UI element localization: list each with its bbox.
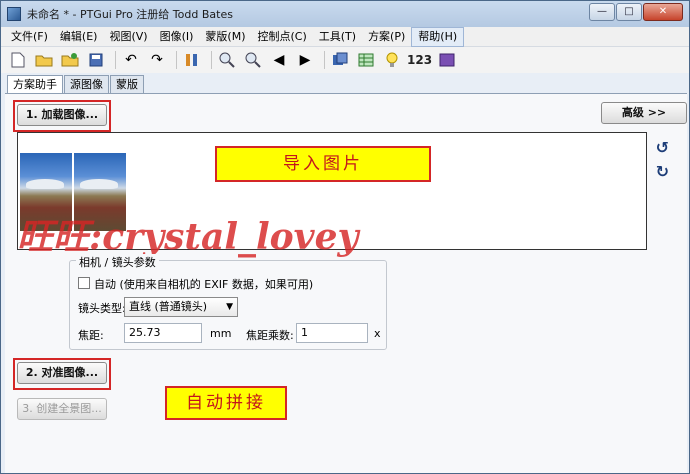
menu-tools[interactable]: 工具(T) (313, 28, 362, 46)
window-controls: — □ ✕ (588, 3, 683, 21)
panorama-editor-icon[interactable] (329, 49, 351, 71)
window-title: 未命名 * - PTGui Pro 注册给 Todd Bates (27, 8, 233, 21)
tools-icon[interactable] (181, 49, 203, 71)
create-panorama-button[interactable]: 3. 创建全景图... (17, 398, 107, 420)
auto-stitch-note: 自动拼接 (165, 386, 287, 420)
align-images-button[interactable]: 2. 对准图像... (17, 362, 107, 384)
menu-help[interactable]: 帮助(H) (411, 26, 465, 47)
tab-mask[interactable]: 蒙版 (110, 75, 144, 93)
focal-length-field[interactable]: 25.73 (124, 323, 202, 343)
lens-type-select[interactable]: 直线 (普通镜头) ▼ (124, 297, 238, 317)
lens-type-label: 镜头类型: (78, 302, 126, 315)
camera-lens-group: 相机 / 镜头参数 自动 (使用来自相机的 EXIF 数据，如果可用) 镜头类型… (69, 254, 387, 350)
focal-multiplier-label: 焦距乘数: (246, 329, 294, 342)
auto-exif-label: 自动 (使用来自相机的 EXIF 数据，如果可用) (94, 278, 314, 291)
menu-view[interactable]: 视图(V) (103, 28, 153, 46)
app-window: 未命名 * - PTGui Pro 注册给 Todd Bates — □ ✕ 文… (0, 0, 690, 474)
toolbar-separator (115, 51, 116, 69)
menu-project[interactable]: 方案(P) (362, 28, 411, 46)
toolbar: ↶ ↷ ◀ ▶ 123 (1, 47, 689, 73)
save-icon[interactable] (85, 49, 107, 71)
lens-type-value: 直线 (普通镜头) (129, 300, 208, 313)
menu-image[interactable]: 图像(I) (154, 28, 200, 46)
tab-strip: 方案助手 源图像 蒙版 (7, 75, 145, 94)
zoom-in-icon[interactable] (216, 49, 238, 71)
open-folder-icon[interactable] (33, 49, 55, 71)
maximize-button[interactable]: □ (616, 3, 642, 21)
zoom-out-icon[interactable] (242, 49, 264, 71)
import-images-note: 导入图片 (215, 146, 431, 182)
menu-mask[interactable]: 蒙版(M) (199, 28, 251, 46)
toolbar-separator (324, 51, 325, 69)
redo-icon[interactable]: ↷ (146, 49, 168, 71)
minimize-button[interactable]: — (589, 3, 615, 21)
undo-icon[interactable]: ↶ (120, 49, 142, 71)
toolbar-separator (176, 51, 177, 69)
toolbar-separator (211, 51, 212, 69)
close-button[interactable]: ✕ (643, 3, 683, 21)
advanced-button[interactable]: 高级 >> (601, 102, 687, 124)
back-icon[interactable]: ◀ (268, 49, 290, 71)
load-images-button[interactable]: 1. 加载图像... (17, 104, 107, 126)
menu-file[interactable]: 文件(F) (5, 28, 54, 46)
focal-multiplier-field[interactable]: 1 (296, 323, 368, 343)
table-icon[interactable] (355, 49, 377, 71)
forward-icon[interactable]: ▶ (294, 49, 316, 71)
watermark-text: 旺旺:crystal_lovey (17, 216, 359, 258)
camera-lens-group-title: 相机 / 镜头参数 (76, 254, 159, 270)
chevron-down-icon: ▼ (226, 302, 233, 312)
lightbulb-icon[interactable] (381, 49, 403, 71)
rotate-right-icon[interactable]: ↻ (656, 162, 669, 181)
focal-length-label: 焦距: (78, 329, 104, 342)
focal-length-unit: mm (210, 327, 232, 340)
numbering-button[interactable]: 123 (407, 53, 432, 67)
tab-source-images[interactable]: 源图像 (64, 75, 109, 93)
title-bar: 未命名 * - PTGui Pro 注册给 Todd Bates — □ ✕ (1, 1, 689, 27)
menu-control-points[interactable]: 控制点(C) (251, 28, 312, 46)
tab-project-assistant[interactable]: 方案助手 (7, 75, 63, 94)
add-images-icon[interactable] (59, 49, 81, 71)
rotate-left-icon[interactable]: ↺ (656, 138, 669, 157)
book-icon[interactable] (436, 49, 458, 71)
app-icon (7, 7, 21, 21)
project-assistant-panel: 1. 加载图像... 高级 >> ↺ ↻ 导入图片 旺旺:crystal_lov… (5, 93, 687, 473)
focal-multiplier-unit: x (374, 327, 381, 340)
menu-edit[interactable]: 编辑(E) (54, 28, 104, 46)
menu-bar: 文件(F) 编辑(E) 视图(V) 图像(I) 蒙版(M) 控制点(C) 工具(… (1, 26, 689, 47)
new-file-icon[interactable] (7, 49, 29, 71)
auto-exif-checkbox[interactable] (78, 277, 90, 289)
